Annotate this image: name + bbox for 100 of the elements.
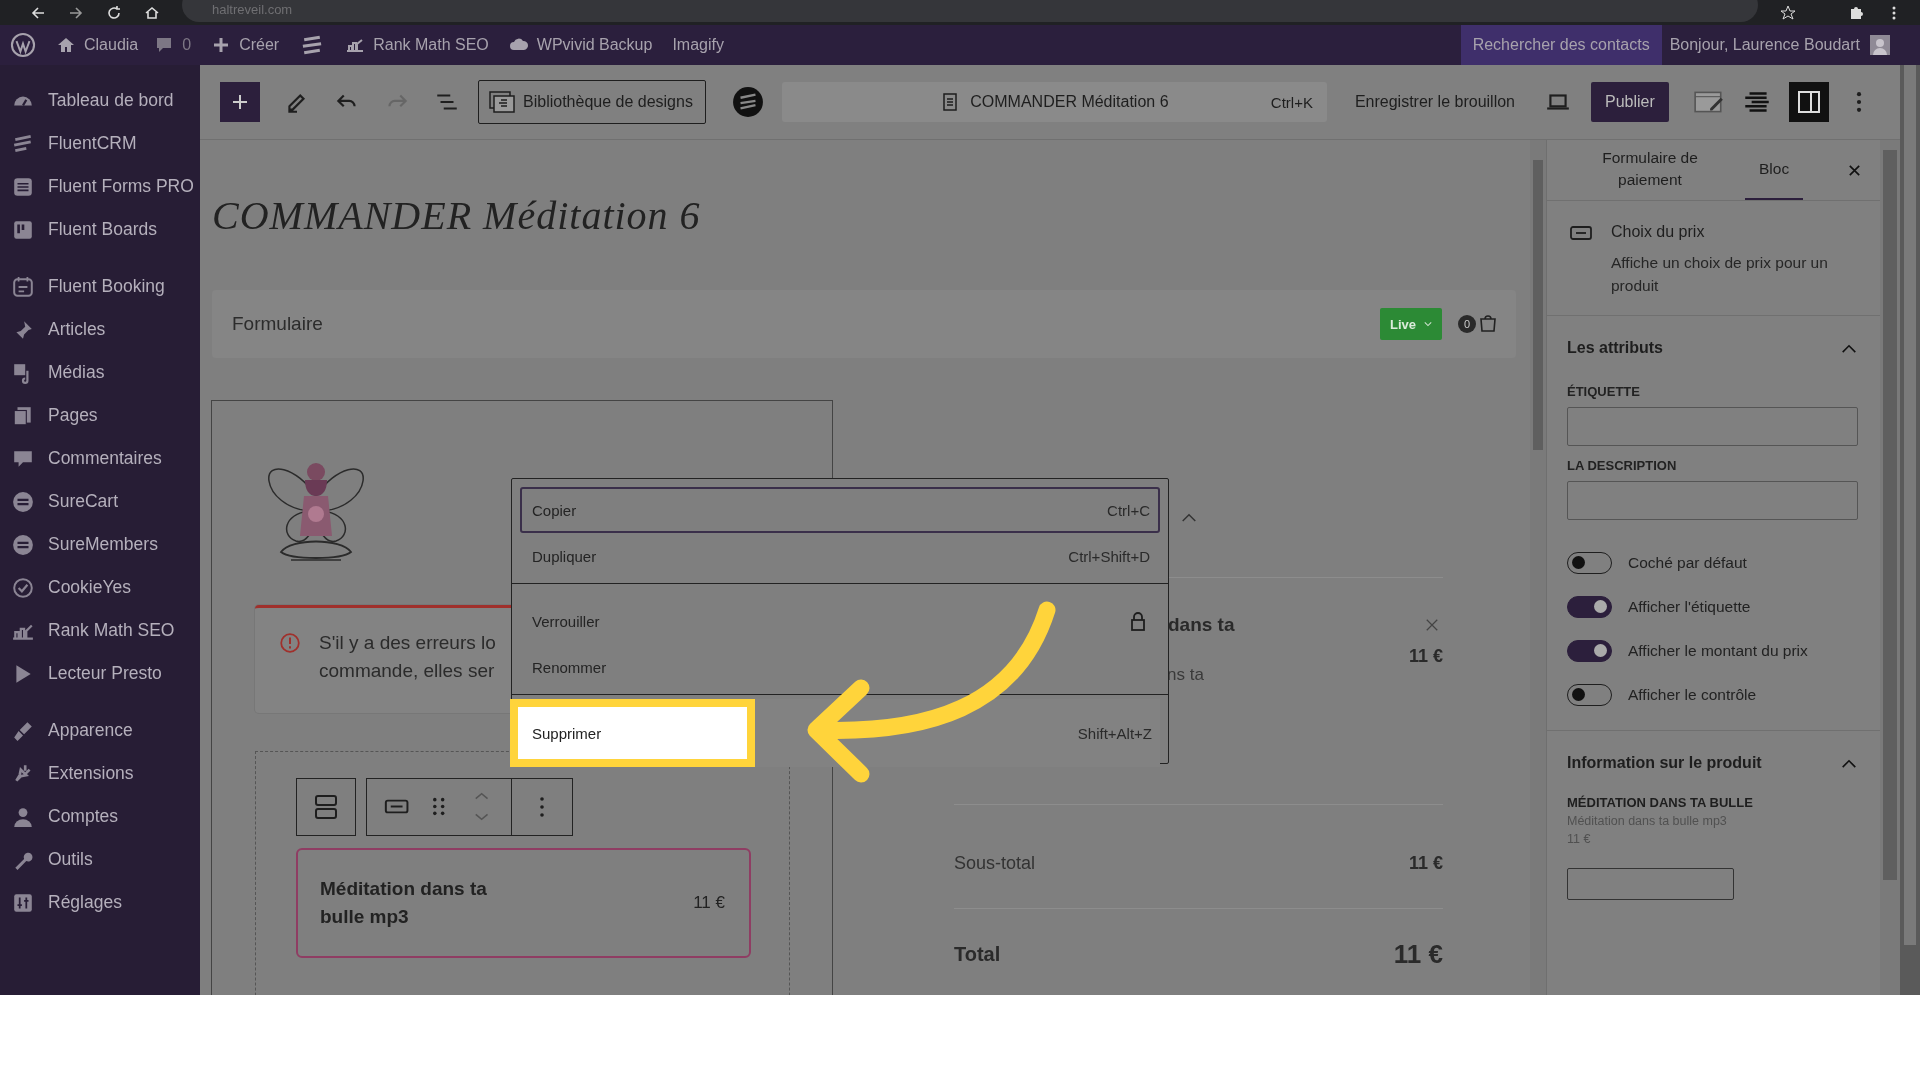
shortcut-text: Ctrl+C xyxy=(1107,501,1150,519)
toggle-label: Afficher le contrôle xyxy=(1628,686,1757,704)
scrollbar[interactable] xyxy=(1880,140,1900,995)
panel-tab[interactable]: Formulaire de paiement xyxy=(1575,140,1725,200)
new-link[interactable]: Créer xyxy=(211,35,280,55)
status-dropdown[interactable]: Live xyxy=(1380,308,1442,340)
total-value: 11 € xyxy=(1393,939,1443,970)
sidebar-item[interactable]: SureMembers xyxy=(0,523,200,566)
section-toggle[interactable]: Les attributs xyxy=(1567,334,1858,362)
form-label: Formulaire xyxy=(232,313,323,335)
site-link[interactable]: Claudia xyxy=(56,35,139,55)
section-toggle[interactable]: Information sur le produit xyxy=(1567,749,1858,777)
edit-product-button[interactable] xyxy=(1567,868,1734,900)
scrollbar[interactable] xyxy=(1900,65,1920,995)
design-library-button[interactable]: Bibliothèque de designs xyxy=(478,80,706,124)
total-label: Total xyxy=(954,943,1001,966)
remove-icon[interactable] xyxy=(1425,618,1439,632)
product-price: 11 € xyxy=(693,893,725,913)
command-bar[interactable]: COMMANDER Méditation 6 Ctrl+K xyxy=(781,82,1327,122)
contacts-search-link[interactable]: Rechercher des contacts xyxy=(1460,25,1662,65)
block-name: Choix du prix xyxy=(1611,223,1706,241)
scrollbar[interactable] xyxy=(1530,140,1546,995)
subtotal-value: 11 € xyxy=(1408,853,1443,874)
back-icon[interactable] xyxy=(30,4,46,21)
notice-text: S'il y a des erreurs lo xyxy=(319,632,496,654)
sidebar-item[interactable]: Pages xyxy=(0,394,200,437)
close-icon[interactable] xyxy=(1847,162,1862,178)
input-field[interactable] xyxy=(1567,407,1858,446)
shortcut-text: Ctrl+K xyxy=(1270,93,1313,111)
line-item-name: dans ta xyxy=(1168,614,1235,636)
menu-item[interactable]: Supprimer Shift+Alt+Z xyxy=(510,699,1160,767)
collapse-icon[interactable] xyxy=(1180,512,1198,523)
input-field[interactable] xyxy=(1567,481,1858,520)
panel-tab[interactable]: Bloc xyxy=(1745,140,1804,200)
sidebar-item[interactable]: Médias xyxy=(0,351,200,394)
calendar-icon xyxy=(12,275,34,298)
admin-menu-link[interactable]: Rank Math SEO xyxy=(345,35,489,55)
wordpress-icon[interactable] xyxy=(10,32,36,58)
sidebar-item[interactable]: Commentaires xyxy=(0,437,200,480)
shortcut-text: Ctrl+Shift+D xyxy=(1068,547,1150,565)
board-icon xyxy=(12,218,34,241)
home-icon[interactable] xyxy=(144,4,160,21)
add-block-button[interactable] xyxy=(220,82,260,122)
comments-link[interactable]: 0 xyxy=(154,35,192,55)
toggle-switch[interactable] xyxy=(1567,640,1612,662)
save-draft-button[interactable]: Enregistrer le brouillon xyxy=(1354,93,1515,111)
sidebar-item[interactable]: Articles xyxy=(0,308,200,351)
brush-icon xyxy=(12,719,34,742)
sidebar-item[interactable]: Fluent Forms PRO xyxy=(0,165,200,208)
disc-icon xyxy=(12,490,34,513)
sidebar-item[interactable]: Apparence xyxy=(0,709,200,752)
toggle-label: Afficher l'étiquette xyxy=(1628,598,1751,616)
sidebar-item[interactable]: Fluent Booking xyxy=(0,265,200,308)
toggle-switch[interactable] xyxy=(1567,596,1612,618)
field-label: ÉTIQUETTE xyxy=(1567,384,1641,399)
cart-count: 0 xyxy=(1458,315,1476,333)
scrollbar-thumb[interactable] xyxy=(1904,65,1916,945)
sidebar-item[interactable]: Fluent Boards xyxy=(0,208,200,251)
check-icon xyxy=(12,576,34,599)
sidebar-item[interactable]: Rank Math SEO xyxy=(0,609,200,652)
sidebar-item[interactable]: Tableau de bord xyxy=(0,79,200,122)
product-name: Méditation dans ta bulle mp3 xyxy=(320,877,488,929)
reload-icon[interactable] xyxy=(106,4,122,21)
sidebar-item[interactable]: FluentCRM xyxy=(0,122,200,165)
sidebar-item[interactable]: SureCart xyxy=(0,480,200,523)
sliders-icon xyxy=(12,891,34,914)
menu-item[interactable]: Verrouiller xyxy=(520,598,1160,644)
avatar-icon xyxy=(1870,35,1890,55)
form-icon xyxy=(12,175,34,198)
publish-button[interactable]: Publier xyxy=(1591,82,1669,122)
block-description: Affiche un choix de prix pour un produit xyxy=(1611,253,1829,296)
admin-menu-link[interactable]: Imagify xyxy=(672,36,724,54)
cart-icon[interactable] xyxy=(1478,314,1498,334)
shortcut-text: Shift+Alt+Z xyxy=(1077,724,1152,742)
scrollbar-thumb[interactable] xyxy=(1533,160,1543,450)
library-icon xyxy=(489,91,515,113)
sidebar-item[interactable]: Lecteur Presto xyxy=(0,652,200,695)
sidebar-item[interactable]: CookieYes xyxy=(0,566,200,609)
sidebar-item[interactable]: Outils xyxy=(0,838,200,881)
edit-window-icon[interactable] xyxy=(1692,89,1725,115)
stack-icon[interactable] xyxy=(296,778,356,836)
person-icon xyxy=(12,805,34,828)
star-icon[interactable] xyxy=(1780,4,1796,21)
sidebar-item[interactable]: Extensions xyxy=(0,752,200,795)
sidebar-item[interactable]: Comptes xyxy=(0,795,200,838)
page-title[interactable]: COMMANDER Méditation 6 xyxy=(200,140,1530,250)
field-label: LA DESCRIPTION xyxy=(1567,458,1678,473)
admin-menu-link[interactable]: WPvivid Backup xyxy=(508,35,653,55)
logo-icon[interactable] xyxy=(731,86,764,118)
forward-icon[interactable] xyxy=(68,4,84,21)
stripes-icon xyxy=(12,132,34,155)
sidebar-toggle-icon[interactable] xyxy=(1788,82,1829,122)
menu-item[interactable]: Renommer xyxy=(520,644,1160,690)
menu-item[interactable]: Copier Ctrl+C xyxy=(520,487,1160,533)
price-choice-card[interactable]: Méditation dans ta bulle mp3 11 € xyxy=(296,848,751,958)
sidebar-item[interactable]: Réglages xyxy=(0,881,200,924)
puzzle-icon[interactable] xyxy=(1848,4,1864,21)
account-link[interactable]: Bonjour, Laurence Boudart xyxy=(1669,35,1920,55)
menu-item[interactable]: Dupliquer Ctrl+Shift+D xyxy=(520,533,1160,579)
scrollbar-thumb[interactable] xyxy=(1883,150,1897,880)
